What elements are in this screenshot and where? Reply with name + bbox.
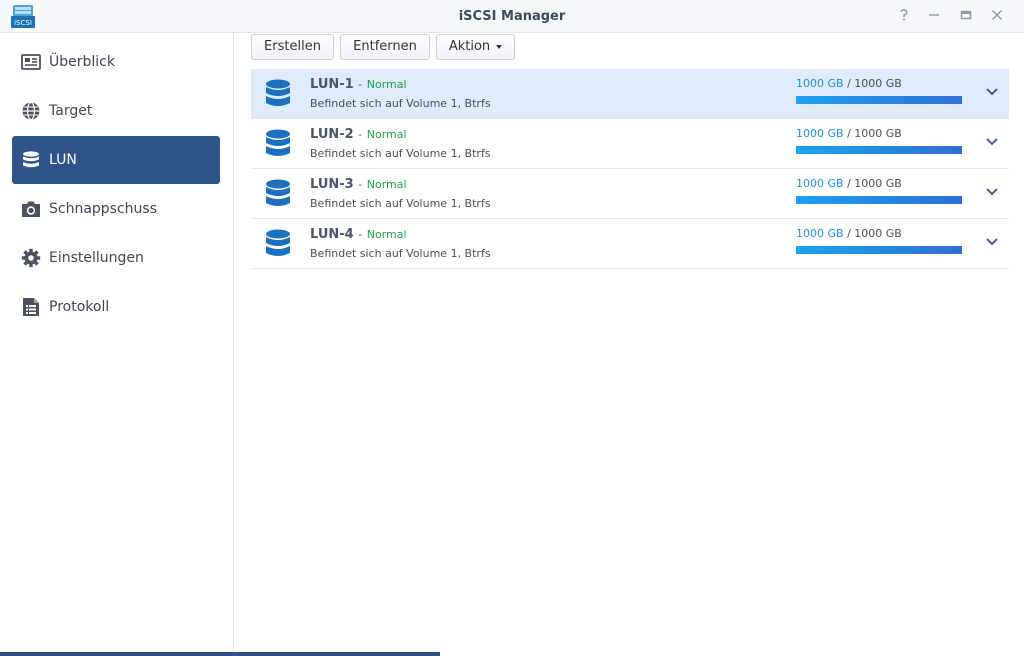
lun-status: Normal — [366, 178, 407, 191]
lun-used: 1000 GB — [796, 177, 844, 190]
taskbar-strip — [0, 652, 440, 656]
lun-total: 1000 GB — [854, 227, 902, 240]
chevron-down-icon[interactable] — [985, 237, 999, 247]
lun-total: 1000 GB — [854, 127, 902, 140]
capacity-separator: / — [847, 77, 851, 90]
database-icon — [266, 129, 290, 156]
lun-title: LUN-2 - Normal — [310, 127, 407, 142]
lun-used: 1000 GB — [796, 227, 844, 240]
sidebar-item-label: Einstellungen — [49, 250, 144, 266]
lun-location: Befindet sich auf Volume 1, Btrfs — [310, 247, 491, 260]
chevron-down-icon[interactable] — [985, 87, 999, 97]
maximize-icon[interactable] — [956, 7, 976, 27]
status-separator: - — [358, 178, 363, 191]
sidebar-item-lun[interactable]: LUN — [12, 136, 220, 184]
sidebar-item-label: Target — [49, 103, 93, 119]
lun-used: 1000 GB — [796, 77, 844, 90]
status-separator: - — [358, 128, 363, 141]
database-icon — [266, 229, 290, 256]
lun-total: 1000 GB — [854, 77, 902, 90]
lun-row[interactable]: LUN-4 - Normal Befindet sich auf Volume … — [251, 219, 1009, 269]
gear-icon — [21, 248, 41, 268]
window-title: iSCSI Manager — [458, 9, 566, 24]
iscsi-manager-window: iSCSI iSCSI Manager Überblick Target LUN… — [0, 0, 1024, 656]
status-separator: - — [358, 78, 363, 91]
capacity-separator: / — [847, 127, 851, 140]
database-icon — [21, 150, 41, 170]
camera-icon — [21, 199, 41, 219]
action-dropdown-button[interactable]: Aktion — [436, 34, 515, 60]
lun-location: Befindet sich auf Volume 1, Btrfs — [310, 97, 491, 110]
lun-capacity: 1000 GB / 1000 GB — [796, 227, 902, 240]
lun-capacity: 1000 GB / 1000 GB — [796, 77, 902, 90]
sidebar-item-label: LUN — [49, 152, 77, 168]
help-icon[interactable] — [894, 7, 914, 27]
capacity-bar-fill — [796, 146, 962, 154]
lun-name: LUN-3 — [310, 177, 354, 192]
lun-status: Normal — [366, 128, 407, 141]
overview-icon — [21, 52, 41, 72]
lun-row[interactable]: LUN-1 - Normal Befindet sich auf Volume … — [251, 69, 1009, 119]
lun-location: Befindet sich auf Volume 1, Btrfs — [310, 147, 491, 160]
sidebar: Überblick Target LUN Schnappschuss Einst… — [0, 33, 234, 656]
globe-icon — [21, 101, 41, 121]
create-button[interactable]: Erstellen — [251, 34, 334, 60]
chevron-down-icon[interactable] — [985, 137, 999, 147]
sidebar-item-overview[interactable]: Überblick — [12, 38, 220, 86]
close-icon[interactable] — [987, 7, 1007, 27]
capacity-separator: / — [847, 227, 851, 240]
capacity-bar-fill — [796, 96, 962, 104]
status-separator: - — [358, 228, 363, 241]
sidebar-item-snapshot[interactable]: Schnappschuss — [12, 185, 220, 233]
caret-down-icon — [496, 44, 503, 49]
lun-status: Normal — [366, 78, 407, 91]
capacity-bar-fill — [796, 196, 962, 204]
sidebar-item-target[interactable]: Target — [12, 87, 220, 135]
capacity-bar — [796, 246, 962, 254]
sidebar-item-settings[interactable]: Einstellungen — [12, 234, 220, 282]
sidebar-item-label: Schnappschuss — [49, 201, 158, 217]
chevron-down-icon[interactable] — [985, 187, 999, 197]
database-icon — [266, 179, 290, 206]
minimize-icon[interactable] — [924, 7, 944, 27]
lun-used: 1000 GB — [796, 127, 844, 140]
lun-capacity: 1000 GB / 1000 GB — [796, 177, 902, 190]
capacity-bar-fill — [796, 246, 962, 254]
lun-title: LUN-3 - Normal — [310, 177, 407, 192]
lun-title: LUN-1 - Normal — [310, 77, 407, 92]
lun-name: LUN-1 — [310, 77, 354, 92]
lun-row[interactable]: LUN-3 - Normal Befindet sich auf Volume … — [251, 169, 1009, 219]
sidebar-item-label: Überblick — [49, 54, 115, 70]
lun-name: LUN-2 — [310, 127, 354, 142]
capacity-bar — [796, 96, 962, 104]
lun-title: LUN-4 - Normal — [310, 227, 407, 242]
title-bar: iSCSI iSCSI Manager — [0, 0, 1024, 33]
lun-name: LUN-4 — [310, 227, 354, 242]
log-icon — [21, 297, 41, 317]
remove-button[interactable]: Entfernen — [340, 34, 430, 60]
lun-capacity: 1000 GB / 1000 GB — [796, 127, 902, 140]
action-button-label: Aktion — [448, 39, 491, 54]
lun-total: 1000 GB — [854, 177, 902, 190]
lun-row[interactable]: LUN-2 - Normal Befindet sich auf Volume … — [251, 119, 1009, 169]
sidebar-item-label: Protokoll — [49, 299, 110, 315]
lun-location: Befindet sich auf Volume 1, Btrfs — [310, 197, 491, 210]
capacity-bar — [796, 146, 962, 154]
capacity-bar — [796, 196, 962, 204]
sidebar-item-log[interactable]: Protokoll — [12, 283, 220, 331]
lun-status: Normal — [366, 228, 407, 241]
capacity-separator: / — [847, 177, 851, 190]
database-icon — [266, 79, 290, 106]
